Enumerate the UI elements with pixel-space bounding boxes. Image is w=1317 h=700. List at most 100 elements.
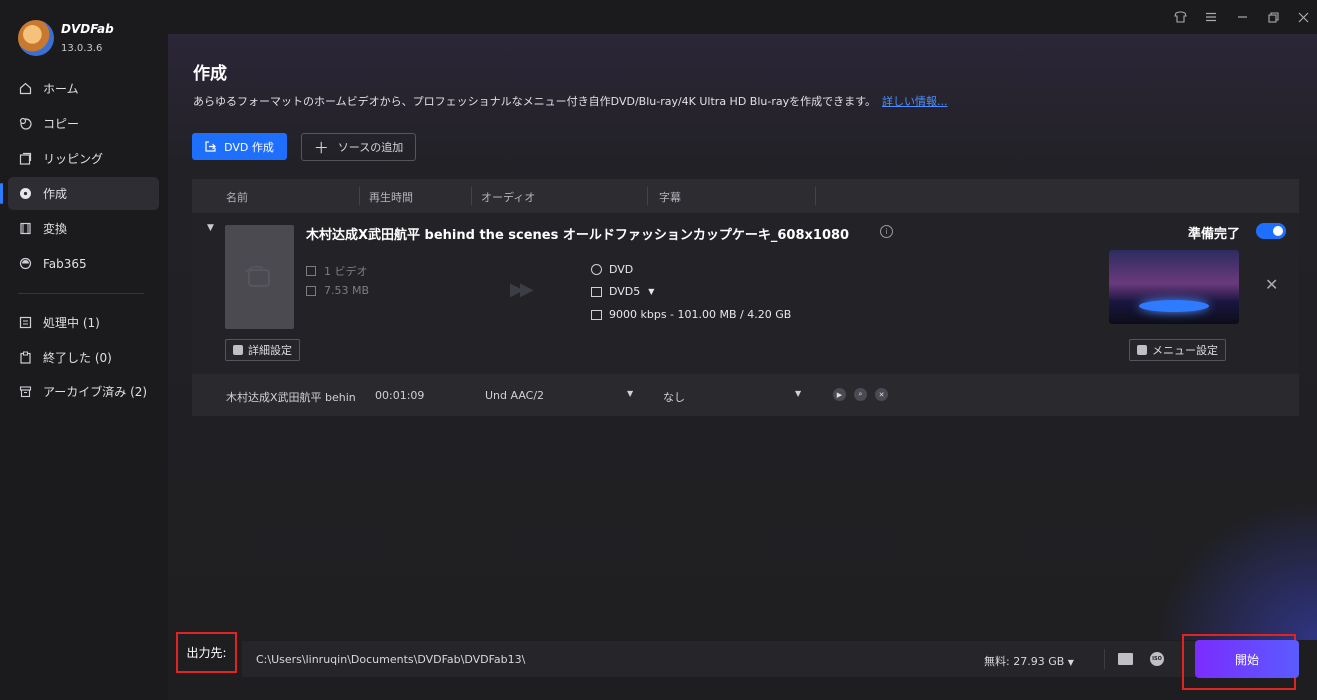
advanced-settings-button[interactable]: 詳細設定 [225,339,300,361]
remove-task-icon[interactable]: ✕ [1265,275,1278,294]
sidebar-item-archived[interactable]: アーカイブ済み (2) [8,375,159,408]
sidebar-item-label: 終了した (0) [43,351,112,365]
disc-icon [591,264,602,275]
audio-select[interactable]: Und AAC/2 [485,389,544,402]
processing-icon [18,316,32,330]
more-info-link[interactable]: 詳しい情報... [882,95,948,108]
plus-icon: ＋ [313,138,329,157]
bar-divider [1104,649,1105,669]
ready-toggle[interactable] [1256,223,1286,239]
export-icon [205,141,216,152]
chevron-down-icon: ▼ [648,287,655,296]
header-divider [471,187,472,205]
disc-type-icon [591,286,602,297]
chevron-down-icon[interactable]: ▼ [627,389,633,398]
fab365-icon [18,257,32,271]
disc-type-text: DVD5 [609,285,641,298]
size-icon [306,285,316,296]
sidebar-item-fab365[interactable]: Fab365 [8,247,159,280]
output-path-text: C:\Users\linruqin\Documents\DVDFab\DVDFa… [256,653,526,666]
sidebar-item-label: リッピング [43,152,104,166]
menu-settings-label: メニュー設定 [1152,344,1218,357]
add-source-label: ソースの追加 [337,141,404,154]
sidebar-item-copy[interactable]: コピー [8,107,159,140]
file-size-text: 7.53 MB [324,284,370,297]
page-description: あらゆるフォーマットのホームビデオから、プロフェッショナルなメニュー付き自作DV… [193,93,948,109]
sidebar-item-label: 変換 [43,222,68,236]
close-icon[interactable] [1294,8,1312,26]
header-divider [359,187,360,205]
header-divider [647,187,648,205]
iso-icon[interactable]: ISO [1150,652,1164,666]
skin-icon[interactable] [1171,8,1189,26]
disc-type-select[interactable]: DVD5 ▼ [591,285,654,298]
subtitle-select[interactable]: なし [663,389,685,405]
info-icon[interactable]: i [880,225,893,238]
restore-icon[interactable] [1264,8,1282,26]
dvd-create-button[interactable]: DVD 作成 [192,133,287,160]
sidebar-item-processing[interactable]: 処理中 (1) [8,306,159,339]
free-space-text: 無料: 27.93 GB [984,655,1065,668]
remove-icon[interactable]: ✕ [875,388,888,401]
add-source-button[interactable]: ＋ ソースの追加 [301,133,416,161]
title-duration: 00:01:09 [375,389,425,402]
video-file-icon [306,266,316,276]
menu-preview-thumbnail[interactable] [1109,250,1239,324]
description-text: あらゆるフォーマットのホームビデオから、プロフェッショナルなメニュー付き自作DV… [193,95,877,108]
bottom-bar: 出力先: C:\Users\linruqin\Documents\DVDFab\… [168,632,1317,700]
copy-icon [18,117,32,131]
sidebar-item-converter[interactable]: 変換 [8,212,159,245]
sidebar-item-ripper[interactable]: リッピング [8,142,159,175]
sidebar-divider [18,293,144,294]
start-button[interactable]: 開始 [1195,640,1299,678]
convert-arrow-icon: ▶▶ [510,279,534,300]
sidebar-item-finished[interactable]: 終了した (0) [8,341,159,374]
dvdfab-logo-icon [18,20,54,56]
ripper-icon [18,152,32,166]
minimize-icon[interactable] [1233,8,1251,26]
sidebar-item-label: 作成 [43,187,68,201]
title-row: 木村达成X武田航平 behin 00:01:09 Und AAC/2 ▼ なし … [192,374,1299,416]
table-header: 名前 再生時間 オーディオ 字幕 [192,179,1299,213]
sidebar-item-label: アーカイブ済み (2) [43,385,148,399]
sidebar-item-label: ホーム [43,82,79,96]
bitrate-info: 9000 kbps - 101.00 MB / 4.20 GB [591,308,791,321]
sidebar: DVDFab 13.0.3.6 ホーム コピー リッピング 作成 変換 Fab3… [0,0,168,700]
chevron-down-icon[interactable]: ▼ [795,389,801,398]
main-panel: 作成 あらゆるフォーマットのホームビデオから、プロフェッショナルなメニュー付き自… [168,34,1317,640]
dvd-create-label: DVD 作成 [224,140,274,154]
video-count: 1 ビデオ [306,263,368,279]
app-logo: DVDFab 13.0.3.6 [18,20,114,56]
menu-preview-glow [1139,300,1209,312]
archive-icon [18,385,32,399]
menu-icon [1137,345,1147,355]
chevron-down-icon[interactable]: ▼ [1068,658,1074,667]
home-icon [18,82,32,96]
search-icon[interactable]: ⌕ [854,388,867,401]
header-divider [815,187,816,205]
menu-icon[interactable] [1202,8,1220,26]
sidebar-item-home[interactable]: ホーム [8,72,159,105]
bitrate-icon [591,309,602,320]
video-thumbnail [225,225,294,329]
folder-icon[interactable] [1118,653,1133,665]
advanced-settings-label: 詳細設定 [248,344,292,357]
header-audio: オーディオ [481,191,536,204]
collapse-caret-icon[interactable]: ▼ [207,223,214,233]
page-title: 作成 [193,64,227,84]
creator-icon [18,187,32,201]
sidebar-item-label: 処理中 (1) [43,316,100,330]
output-path-field[interactable]: C:\Users\linruqin\Documents\DVDFab\DVDFa… [242,641,1290,677]
task-row: ▼ 木村达成X武田航平 behind the scenes オールドファッション… [192,213,1299,374]
output-format-text: DVD [609,263,634,276]
play-icon[interactable]: ▶ [833,388,846,401]
sidebar-item-creator[interactable]: 作成 [0,177,159,210]
menu-settings-button[interactable]: メニュー設定 [1129,339,1226,361]
settings-icon [233,345,243,355]
header-duration: 再生時間 [369,191,413,204]
file-size: 7.53 MB [306,284,369,297]
sidebar-item-label: コピー [43,117,80,131]
finished-icon [18,351,32,365]
placeholder-video-icon [245,266,270,287]
app-version: 13.0.3.6 [61,43,103,54]
